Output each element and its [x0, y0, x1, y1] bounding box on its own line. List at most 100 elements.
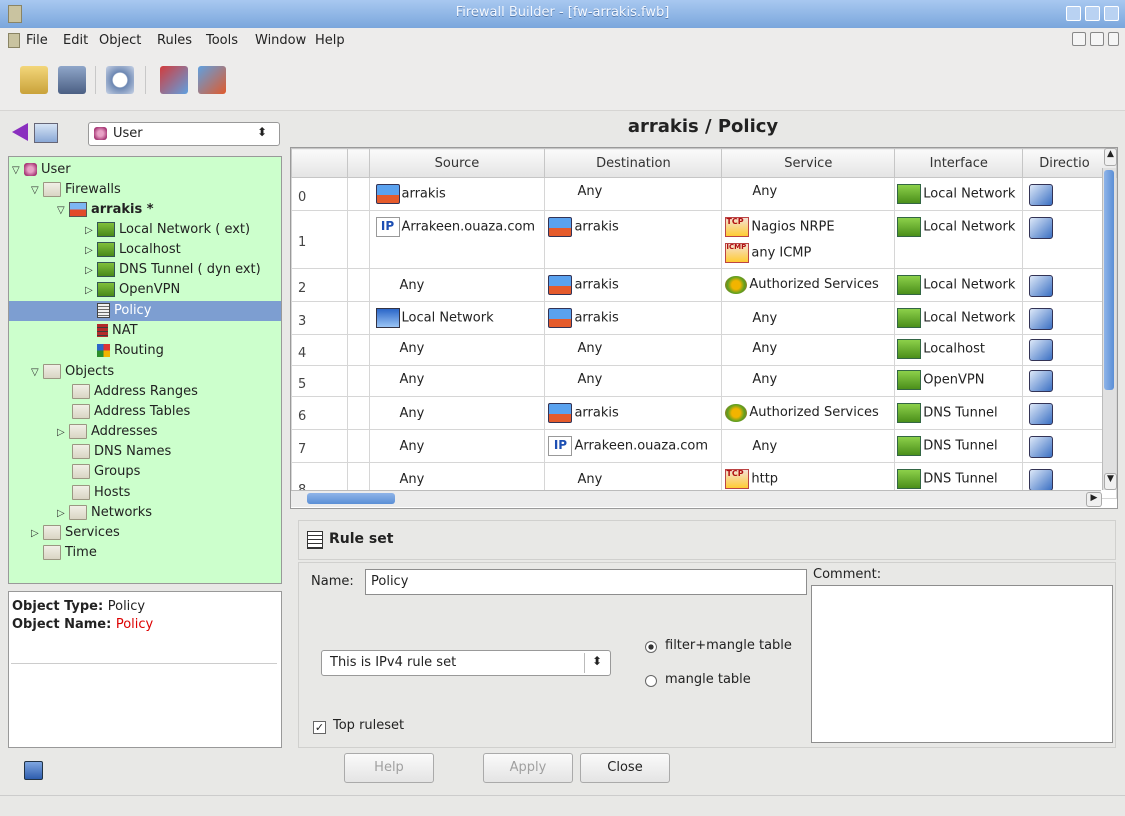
tree-networks[interactable]: ▷ Networks [57, 503, 152, 523]
rule-destination[interactable]: IP Arrakeen.ouaza.com [544, 429, 723, 463]
rule-service[interactable]: TCP Nagios NRPE ICMP any ICMP [721, 210, 896, 269]
expanded-icon[interactable]: ▽ [31, 181, 43, 201]
table-row[interactable]: 4 Any Any Any Localhost [291, 334, 1117, 366]
table-row[interactable]: 7 Any IP Arrakeen.ouaza.com Any DNS Tunne… [291, 429, 1117, 463]
tree-time[interactable]: Time [43, 543, 97, 563]
rule-interface[interactable]: Localhost [894, 334, 1024, 366]
rule-service[interactable]: Any [721, 365, 896, 397]
tree-services[interactable]: ▷ Services [31, 523, 120, 543]
rule-source[interactable]: Any [368, 268, 546, 302]
radio-filter-mangle[interactable] [645, 641, 657, 653]
install-icon[interactable] [198, 66, 226, 94]
help-button[interactable]: Help [344, 753, 434, 783]
rule-interface[interactable]: Local Network [894, 210, 1024, 269]
rule-interface[interactable]: Local Network [894, 177, 1024, 211]
tree-iface-local[interactable]: ▷ Local Network ( ext) [85, 220, 250, 240]
rule-service[interactable]: Any [721, 301, 896, 335]
radio-mangle[interactable] [645, 675, 657, 687]
tree-addresses[interactable]: ▷ Addresses [57, 422, 158, 442]
tree-arrakis[interactable]: ▽ arrakis * [57, 200, 154, 220]
minimize-icon[interactable] [1066, 6, 1081, 21]
rule-service[interactable]: Any [721, 429, 896, 463]
horizontal-scrollbar[interactable]: ▶ [291, 490, 1102, 507]
collapsed-icon[interactable]: ▷ [57, 423, 69, 443]
scroll-up-icon[interactable]: ▲ [1104, 148, 1117, 166]
save-icon[interactable] [58, 66, 86, 94]
vertical-scrollbar[interactable]: ▲ ▼ [1102, 148, 1117, 490]
table-row[interactable]: 6 Any arrakis Authorized Services DNS Tu… [291, 396, 1117, 430]
tree-iface-dns[interactable]: ▷ DNS Tunnel ( dyn ext) [85, 260, 261, 280]
maximize-icon[interactable] [1085, 6, 1100, 21]
tree-routing[interactable]: Routing [97, 341, 164, 361]
tree-dns-names[interactable]: DNS Names [72, 442, 171, 462]
table-row[interactable]: 5 Any Any Any OpenVPN [291, 365, 1117, 397]
collapsed-icon[interactable]: ▷ [31, 524, 43, 544]
rule-interface[interactable]: OpenVPN [894, 365, 1024, 397]
comment-field[interactable] [811, 585, 1113, 743]
rule-source[interactable]: Any [368, 365, 546, 397]
ruleset-type-select[interactable]: This is IPv4 rule set ⬍ [321, 650, 611, 676]
back-arrow-icon[interactable] [12, 123, 28, 141]
rule-service[interactable]: Authorized Services [721, 268, 896, 302]
open-icon[interactable] [20, 66, 48, 94]
rule-service[interactable]: Any [721, 177, 896, 211]
vertical-scroll-thumb[interactable] [1104, 170, 1114, 390]
rule-destination[interactable]: arrakis [544, 301, 723, 335]
rule-source[interactable]: IP Arrakeen.ouaza.com [368, 210, 546, 269]
tree-nat[interactable]: NAT [97, 321, 138, 341]
rule-interface[interactable]: DNS Tunnel [894, 396, 1024, 430]
menu-edit[interactable]: Edit [63, 33, 88, 48]
tree-iface-localhost[interactable]: ▷ Localhost [85, 240, 181, 260]
col-destination[interactable]: Destination [544, 148, 723, 178]
collapsed-icon[interactable]: ▷ [85, 261, 97, 281]
scroll-down-icon[interactable]: ▼ [1104, 473, 1117, 490]
rule-destination[interactable]: arrakis [544, 210, 723, 269]
tree-iface-openvpn[interactable]: ▷ OpenVPN [85, 280, 180, 300]
tree-firewalls[interactable]: ▽ Firewalls [31, 180, 121, 200]
close-button[interactable]: Close [580, 753, 670, 783]
tree-address-ranges[interactable]: Address Ranges [72, 382, 198, 402]
rule-source[interactable]: Any [368, 396, 546, 430]
menu-rules[interactable]: Rules [157, 33, 192, 48]
title-bar[interactable]: Firewall Builder - [fw-arrakis.fwb] [0, 0, 1125, 28]
find-icon[interactable] [106, 66, 134, 94]
rule-service[interactable]: Authorized Services [721, 396, 896, 430]
top-ruleset-checkbox[interactable]: ✓ [313, 721, 326, 734]
table-row[interactable]: 3 Local Network arrakis Any Local Networ… [291, 301, 1117, 335]
mdi-restore-icon[interactable] [1090, 32, 1104, 46]
tree-user[interactable]: ▽ User [12, 160, 71, 180]
menu-file[interactable]: File [26, 33, 48, 48]
rule-source[interactable]: Any [368, 429, 546, 463]
compile-icon[interactable] [160, 66, 188, 94]
mdi-minimize-icon[interactable] [1072, 32, 1086, 46]
scroll-right-icon[interactable]: ▶ [1086, 492, 1102, 507]
horizontal-scroll-thumb[interactable] [307, 493, 395, 504]
close-icon[interactable] [1104, 6, 1119, 21]
library-select[interactable]: User ⬍ [88, 122, 280, 146]
col-interface[interactable]: Interface [894, 148, 1024, 178]
expanded-icon[interactable]: ▽ [57, 201, 69, 221]
menu-window[interactable]: Window [255, 33, 306, 48]
tree-policy[interactable]: Policy [9, 301, 281, 321]
menu-object[interactable]: Object [99, 33, 141, 48]
rule-source[interactable]: Local Network [368, 301, 546, 335]
rule-interface[interactable]: DNS Tunnel [894, 429, 1024, 463]
rule-service[interactable]: Any [721, 334, 896, 366]
name-field[interactable]: Policy [365, 569, 807, 595]
collapsed-icon[interactable]: ▷ [85, 281, 97, 301]
rule-interface[interactable]: Local Network [894, 301, 1024, 335]
tree-address-tables[interactable]: Address Tables [72, 402, 190, 422]
table-row[interactable]: 1 IP Arrakeen.ouaza.com arrakis TCP Nagios… [291, 210, 1117, 269]
tree-hosts[interactable]: Hosts [72, 483, 130, 503]
rule-source[interactable]: arrakis [368, 177, 546, 211]
col-source[interactable]: Source [368, 148, 546, 178]
rule-interface[interactable]: Local Network [894, 268, 1024, 302]
properties-icon[interactable] [24, 761, 43, 780]
rule-destination[interactable]: Any [544, 334, 723, 366]
expanded-icon[interactable]: ▽ [12, 161, 24, 181]
rule-destination[interactable]: Any [544, 177, 723, 211]
tree-view-icon[interactable] [34, 123, 58, 143]
table-row[interactable]: 2 Any arrakis Authorized Services Local … [291, 268, 1117, 302]
collapsed-icon[interactable]: ▷ [85, 221, 97, 241]
rule-destination[interactable]: Any [544, 365, 723, 397]
